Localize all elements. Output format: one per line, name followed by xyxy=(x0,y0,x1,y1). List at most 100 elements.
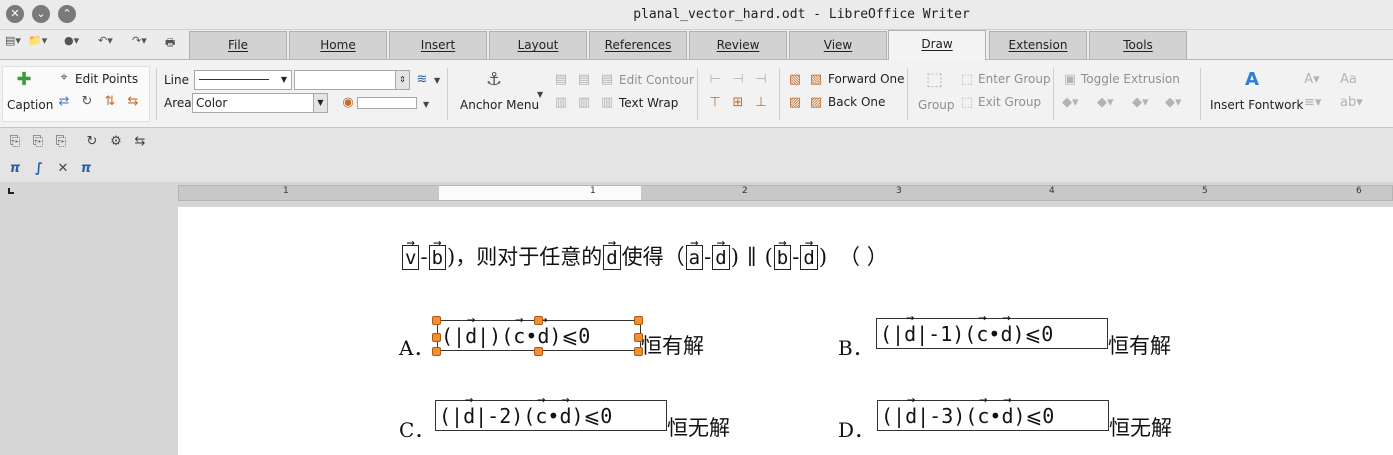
tab-home[interactable]: Home xyxy=(289,31,387,59)
secondary-toolbar: ⎘ ⎘ ⎘ ↻ ⚙ ⇆ xyxy=(0,128,1393,155)
insert-field-icon[interactable]: ⎘ xyxy=(29,133,47,151)
resize-handle-tr[interactable] xyxy=(634,316,643,325)
math-toolbar: π ∫ ✕ π xyxy=(0,155,1393,182)
tab-review[interactable]: Review xyxy=(689,31,787,59)
line-style-dropdown[interactable]: ▼ xyxy=(194,70,292,90)
resize-handle-bc[interactable] xyxy=(534,347,543,356)
back-one-icon[interactable]: ▨ xyxy=(808,95,824,111)
fontwork-same-height-icon: Aa xyxy=(1340,72,1357,87)
window-title: planal_vector_hard.odt - LibreOffice Wri… xyxy=(633,7,970,22)
line-label: Line xyxy=(164,73,190,87)
exit-group-button: Exit Group xyxy=(978,95,1042,109)
bring-front-icon[interactable]: ▧ xyxy=(787,72,803,88)
wrap-page-icon: ▤ xyxy=(577,72,591,87)
open-file-icon[interactable]: 📁▾ xyxy=(28,34,47,54)
tools-icon[interactable]: ✕ xyxy=(54,160,72,178)
enter-group-icon: ⬚ xyxy=(960,72,974,87)
send-back-icon[interactable]: ▨ xyxy=(787,95,803,111)
lighting-icon: ◆▾ xyxy=(1165,95,1182,110)
text-wrap-button[interactable]: Text Wrap xyxy=(619,96,678,110)
refresh-icon[interactable]: ↻ xyxy=(83,133,101,151)
tab-insert[interactable]: Insert xyxy=(389,31,487,59)
rotate-icon[interactable]: ↻ xyxy=(79,94,95,110)
vector-b-2: b xyxy=(773,245,792,270)
math-settings-icon[interactable]: π xyxy=(77,160,95,178)
wrap-right-icon: ▥ xyxy=(577,95,591,110)
vector-a: a xyxy=(685,245,704,270)
option-b-suffix: 恒有解 xyxy=(1108,334,1171,358)
anchor-icon[interactable]: ⚓ xyxy=(486,71,502,89)
document-workspace: v-b)，则对于任意的d使得（a-d)∥(b-d)（ ） A． (|d|)(c•… xyxy=(0,204,1393,455)
group-icon: ⬚ xyxy=(926,69,944,90)
record-icon[interactable]: ●▾ xyxy=(64,34,79,54)
tab-view[interactable]: View xyxy=(789,31,887,59)
tab-tools[interactable]: Tools xyxy=(1089,31,1187,59)
option-d-label: D． xyxy=(838,418,875,442)
insert-fontwork-button[interactable]: Insert Fontwork xyxy=(1210,98,1303,112)
forward-one-icon[interactable]: ▧ xyxy=(808,72,824,88)
zotero-icon[interactable]: ⎘ xyxy=(52,133,70,151)
document-page[interactable]: v-b)，则对于任意的d使得（a-d)∥(b-d)（ ） A． (|d|)(c•… xyxy=(178,207,1393,455)
insert-caption-icon[interactable]: ✚ xyxy=(16,71,32,89)
line-width-spinner[interactable]: ⇕ xyxy=(294,70,410,90)
formula-icon[interactable]: ∫ xyxy=(30,160,48,178)
caption-button[interactable]: Caption xyxy=(7,98,53,112)
align-middle-icon[interactable]: ⊞ xyxy=(730,95,746,111)
align-left-icon: ⊢ xyxy=(709,72,721,87)
anchor-menu-button[interactable]: Anchor Menu xyxy=(460,98,539,112)
notebookbar-tabs: ▤▾ 📁▾ ●▾ ↶▾ ↷▾ 🖶 File Home Insert Layout… xyxy=(0,30,1393,60)
forward-one-button[interactable]: Forward One xyxy=(828,72,905,86)
option-c-label: C． xyxy=(399,418,435,442)
mirror-horizontal-icon[interactable]: ⇆ xyxy=(125,94,141,110)
tab-layout[interactable]: Layout xyxy=(489,31,587,59)
wrap-through-icon: ▥ xyxy=(600,95,614,110)
redo-icon[interactable]: ↷▾ xyxy=(132,34,147,54)
tab-references[interactable]: References xyxy=(589,31,687,59)
vector-d-2: d xyxy=(712,245,730,270)
draw-ribbon: ✚ Caption ⌖ Edit Points ⇄ ↻ ⇅ ⇆ Line ▼ ⇕… xyxy=(0,60,1393,128)
resize-handle-bl[interactable] xyxy=(432,347,441,356)
option-c-formula[interactable]: (|d|-2)(c•d)⩽0 xyxy=(435,400,667,431)
resize-handle-tc[interactable] xyxy=(534,316,543,325)
settings-icon[interactable]: ⚙ xyxy=(107,133,125,151)
area-style-dropdown[interactable]: Color ▼ xyxy=(192,93,328,113)
option-c-suffix: 恒无解 xyxy=(667,416,730,440)
new-document-icon[interactable]: ▤▾ xyxy=(5,34,21,54)
undo-icon[interactable]: ↶▾ xyxy=(98,34,113,54)
pi-icon[interactable]: π xyxy=(6,160,24,178)
back-one-button[interactable]: Back One xyxy=(828,95,885,109)
horizontal-ruler[interactable]: 1 1 2 3 4 5 6 xyxy=(178,185,1393,201)
fill-color-icon[interactable]: ◉ xyxy=(340,95,356,111)
wrap-off-icon: ▤ xyxy=(554,72,568,87)
print-icon[interactable]: 🖶 xyxy=(165,34,175,54)
title-bar: ✕ ⌄ ⌃ planal_vector_hard.odt - LibreOffi… xyxy=(0,0,1393,30)
unlink-icon[interactable]: ⇆ xyxy=(131,133,149,151)
edit-points-icon[interactable]: ⌖ xyxy=(56,70,72,86)
fill-color-swatch[interactable] xyxy=(357,97,417,109)
edit-points-button[interactable]: Edit Points xyxy=(75,72,138,86)
flip-icon[interactable]: ⇄ xyxy=(56,94,72,110)
page-break-icon[interactable]: ⎘ xyxy=(6,133,24,151)
fontwork-icon[interactable]: A xyxy=(1244,71,1260,89)
tab-stop-icon[interactable] xyxy=(8,188,14,194)
line-color-icon[interactable]: ≋ xyxy=(414,72,430,88)
tab-draw[interactable]: Draw xyxy=(888,30,986,60)
option-b-label: B． xyxy=(838,336,873,360)
ruler-bar: 1 1 2 3 4 5 6 xyxy=(0,182,1393,204)
option-d-formula[interactable]: (|d|-3)(c•d)⩽0 xyxy=(877,400,1109,431)
tab-extension[interactable]: Extension xyxy=(989,31,1087,59)
resize-handle-ml[interactable] xyxy=(432,333,441,342)
area-label: Area xyxy=(164,96,192,110)
option-a-label: A． xyxy=(399,336,434,360)
area-style-value: Color xyxy=(196,96,228,110)
option-d-suffix: 恒无解 xyxy=(1109,416,1172,440)
mirror-vertical-icon[interactable]: ⇅ xyxy=(102,94,118,110)
toggle-extrusion-icon: ▣ xyxy=(1063,72,1077,87)
resize-handle-tl[interactable] xyxy=(432,316,441,325)
align-bottom-icon[interactable]: ⊥ xyxy=(753,95,769,111)
option-b-formula[interactable]: (|d|-1)(c•d)⩽0 xyxy=(876,318,1108,349)
align-top-icon[interactable]: ⊤ xyxy=(707,95,723,111)
vector-d: d xyxy=(603,245,621,270)
fontwork-spacing-icon: ab▾ xyxy=(1340,95,1363,110)
tab-file[interactable]: File xyxy=(189,31,287,59)
